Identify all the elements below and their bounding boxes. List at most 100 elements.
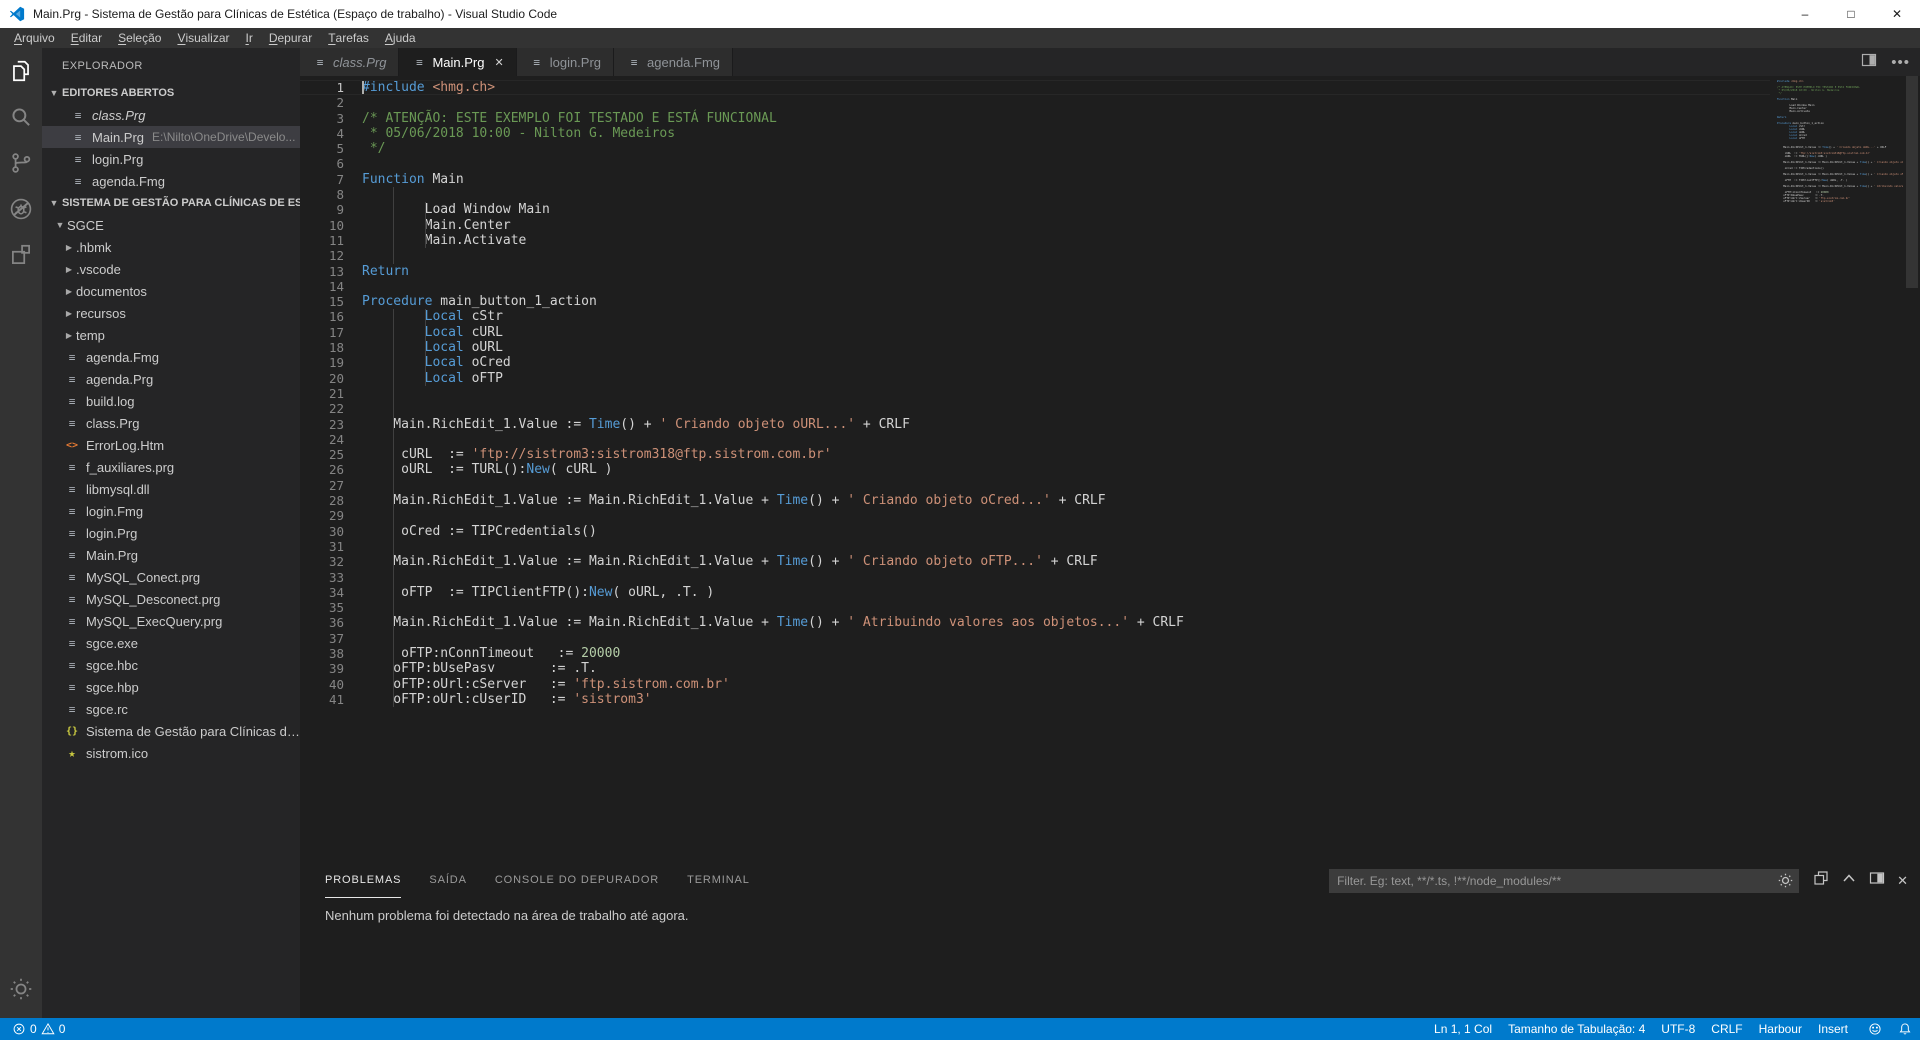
code-line[interactable]: 18 Local oURL — [300, 340, 1770, 355]
file-item[interactable]: ★sistrom.ico — [42, 742, 300, 764]
code-line[interactable]: 30 oCred := TIPCredentials() — [300, 524, 1770, 539]
file-item[interactable]: ≡agenda.Prg — [42, 368, 300, 390]
file-item[interactable]: ≡libmysql.dll — [42, 478, 300, 500]
file-item[interactable]: ≡sgce.exe — [42, 632, 300, 654]
code-line[interactable]: 27 — [300, 478, 1770, 493]
split-editor-icon[interactable] — [1861, 52, 1877, 73]
code-line[interactable]: 3/* ATENÇÃO: ESTE EXEMPLO FOI TESTADO E … — [300, 111, 1770, 126]
open-editor-item[interactable]: ≡login.Prg — [42, 148, 300, 170]
file-item[interactable]: ≡build.log — [42, 390, 300, 412]
tab-class-prg[interactable]: ≡class.Prg — [300, 48, 399, 76]
menu-arquivo[interactable]: Arquivo — [6, 28, 63, 48]
menu-seleo[interactable]: Seleção — [110, 28, 169, 48]
code-line[interactable]: 12 — [300, 248, 1770, 263]
folder-item[interactable]: ▶.hbmk — [42, 236, 300, 258]
file-item[interactable]: ≡agenda.Fmg — [42, 346, 300, 368]
file-item[interactable]: {}Sistema de Gestão para Clínicas de... — [42, 720, 300, 742]
code-line[interactable]: 24 — [300, 432, 1770, 447]
code-line[interactable]: 34 oFTP := TIPClientFTP():New( oURL, .T.… — [300, 585, 1770, 600]
status-item-crlf[interactable]: CRLF — [1703, 1018, 1750, 1040]
editor-scrollbar[interactable] — [1906, 76, 1918, 288]
code-line[interactable]: 21 — [300, 386, 1770, 401]
code-line[interactable]: 19 Local oCred — [300, 355, 1770, 370]
code-line[interactable]: 4 * 05/06/2018 10:00 - Nilton G. Medeiro… — [300, 126, 1770, 141]
panel-tab-terminal[interactable]: TERMINAL — [687, 863, 750, 898]
code-line[interactable]: 16 Local cStr — [300, 309, 1770, 324]
move-panel-icon[interactable] — [1869, 870, 1885, 891]
file-item[interactable]: ≡MySQL_Desconect.prg — [42, 588, 300, 610]
file-item[interactable]: ≡sgce.rc — [42, 698, 300, 720]
source-control-icon[interactable] — [0, 140, 42, 186]
file-item[interactable]: ≡MySQL_ExecQuery.prg — [42, 610, 300, 632]
search-icon[interactable] — [0, 94, 42, 140]
workspace-header[interactable]: ▼ SISTEMA DE GESTÃO PARA CLÍNICAS DE ES.… — [42, 192, 300, 214]
problems-filter-input[interactable] — [1329, 869, 1799, 893]
code-line[interactable]: 35 — [300, 600, 1770, 615]
panel-tab-sa-da[interactable]: SAÍDA — [429, 863, 466, 898]
status-item-utf-8[interactable]: UTF-8 — [1653, 1018, 1703, 1040]
code-line[interactable]: 40 oFTP:oUrl:cServer := 'ftp.sistrom.com… — [300, 677, 1770, 692]
file-item[interactable]: ≡sgce.hbc — [42, 654, 300, 676]
tree-root-folder[interactable]: ▼SGCE — [42, 214, 300, 236]
debug-icon[interactable] — [0, 186, 42, 232]
code-line[interactable]: 7Function Main — [300, 172, 1770, 187]
minimize-button[interactable]: – — [1782, 0, 1828, 28]
menu-ir[interactable]: Ir — [237, 28, 260, 48]
code-editor[interactable]: 1#include <hmg.ch>23/* ATENÇÃO: ESTE EXE… — [300, 76, 1920, 863]
menu-tarefas[interactable]: Tarefas — [320, 28, 377, 48]
file-item[interactable]: ≡Main.Prg — [42, 544, 300, 566]
code-line[interactable]: 10 Main.Center — [300, 218, 1770, 233]
file-item[interactable]: ≡login.Fmg — [42, 500, 300, 522]
close-button[interactable]: ✕ — [1874, 0, 1920, 28]
problems-status[interactable]: 0 0 — [4, 1018, 73, 1040]
code-line[interactable]: 25 cURL := 'ftp://sistrom3:sistrom318@ft… — [300, 447, 1770, 462]
code-line[interactable]: 5 */ — [300, 141, 1770, 156]
close-panel-icon[interactable]: ✕ — [1897, 873, 1908, 889]
open-editor-item[interactable]: ≡agenda.Fmg — [42, 170, 300, 192]
code-line[interactable]: 17 Local cURL — [300, 325, 1770, 340]
code-line[interactable]: 41 oFTP:oUrl:cUserID := 'sistrom3' — [300, 692, 1770, 707]
code-line[interactable]: 29 — [300, 508, 1770, 523]
menu-editar[interactable]: Editar — [63, 28, 110, 48]
folder-item[interactable]: ▶.vscode — [42, 258, 300, 280]
file-item[interactable]: ≡class.Prg — [42, 412, 300, 434]
menu-ajuda[interactable]: Ajuda — [377, 28, 424, 48]
code-line[interactable]: 32 Main.RichEdit_1.Value := Main.RichEdi… — [300, 554, 1770, 569]
open-editor-item[interactable]: ≡class.Prg — [42, 104, 300, 126]
tab-login-prg[interactable]: ≡login.Prg — [517, 48, 614, 76]
panel-tab-problemas[interactable]: PROBLEMAS — [325, 863, 401, 898]
code-line[interactable]: 26 oURL := TURL():New( cURL ) — [300, 462, 1770, 477]
code-line[interactable]: 8 — [300, 187, 1770, 202]
code-line[interactable]: 39 oFTP:bUsePasv := .T. — [300, 661, 1770, 676]
code-line[interactable]: 38 oFTP:nConnTimeout := 20000 — [300, 646, 1770, 661]
maximize-panel-icon[interactable] — [1841, 870, 1857, 891]
file-item[interactable]: ≡f_auxiliares.prg — [42, 456, 300, 478]
menu-visualizar[interactable]: Visualizar — [169, 28, 237, 48]
tab-main-prg[interactable]: ≡Main.Prg✕ — [399, 48, 516, 76]
explorer-icon[interactable] — [0, 48, 42, 94]
code-line[interactable]: 36 Main.RichEdit_1.Value := Main.RichEdi… — [300, 615, 1770, 630]
tab-agenda-fmg[interactable]: ≡agenda.Fmg — [614, 48, 733, 76]
folder-item[interactable]: ▶recursos — [42, 302, 300, 324]
maximize-button[interactable]: □ — [1828, 0, 1874, 28]
code-line[interactable]: 33 — [300, 570, 1770, 585]
open-editor-item[interactable]: ≡Main.PrgE:\Nilto\OneDrive\Develo... — [42, 126, 300, 148]
status-item-harbour[interactable]: Harbour — [1751, 1018, 1810, 1040]
open-editors-header[interactable]: ▼ EDITORES ABERTOS — [42, 82, 300, 104]
file-item[interactable]: ≡login.Prg — [42, 522, 300, 544]
panel-tab-console-do-depurador[interactable]: CONSOLE DO DEPURADOR — [495, 863, 659, 898]
folder-item[interactable]: ▶temp — [42, 324, 300, 346]
code-line[interactable]: 23 Main.RichEdit_1.Value := Time() + ' C… — [300, 417, 1770, 432]
more-actions-icon[interactable]: ••• — [1891, 54, 1910, 71]
filter-gear-icon[interactable] — [1777, 872, 1794, 894]
code-line[interactable]: 2 — [300, 95, 1770, 110]
code-line[interactable]: 9 Load Window Main — [300, 202, 1770, 217]
status-item-tamanho-de-tabula-o-4[interactable]: Tamanho de Tabulação: 4 — [1500, 1018, 1653, 1040]
menu-depurar[interactable]: Depurar — [261, 28, 320, 48]
minimap[interactable]: #include <hmg.ch>/* ATENÇÃO: ESTE EXEMPL… — [1777, 80, 1903, 203]
close-tab-icon[interactable]: ✕ — [495, 56, 504, 69]
code-line[interactable]: 20 Local oFTP — [300, 371, 1770, 386]
code-line[interactable]: 15Procedure main_button_1_action — [300, 294, 1770, 309]
code-line[interactable]: 13Return — [300, 264, 1770, 279]
extensions-icon[interactable] — [0, 232, 42, 278]
